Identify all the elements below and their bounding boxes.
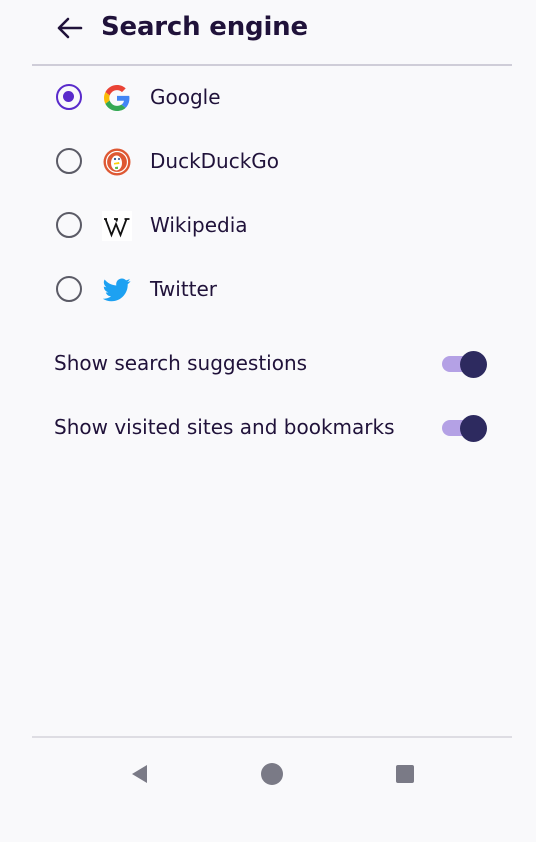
radio-button-twitter[interactable] xyxy=(56,276,82,302)
google-icon xyxy=(102,83,132,113)
radio-button-google[interactable] xyxy=(56,84,82,110)
engine-label-wikipedia: Wikipedia xyxy=(150,213,248,237)
search-suggestions-switch[interactable] xyxy=(440,351,490,378)
nav-recents-button[interactable] xyxy=(387,756,423,792)
engine-option-duckduckgo[interactable]: DuckDuckGo xyxy=(40,133,500,189)
nav-home-icon xyxy=(261,763,283,785)
engine-label-duckduckgo: DuckDuckGo xyxy=(150,149,280,173)
nav-recents-icon xyxy=(396,765,414,783)
toggle-row-search-suggestions[interactable]: Show search suggestions xyxy=(40,335,500,391)
back-button[interactable] xyxy=(48,10,90,46)
toggle-label-visited-sites: Show visited sites and bookmarks xyxy=(54,415,395,439)
engine-option-wikipedia[interactable]: Wikipedia xyxy=(40,197,500,253)
engine-option-google[interactable]: Google xyxy=(40,69,500,125)
engine-label-google: Google xyxy=(150,85,221,109)
nav-back-icon xyxy=(132,765,147,783)
engine-option-twitter[interactable]: Twitter xyxy=(40,261,500,317)
nav-back-button[interactable] xyxy=(122,756,158,792)
radio-button-wikipedia[interactable] xyxy=(56,212,82,238)
header-divider xyxy=(32,64,512,66)
engine-label-twitter: Twitter xyxy=(150,277,218,301)
nav-divider xyxy=(32,736,512,738)
radio-button-duckduckgo[interactable] xyxy=(56,148,82,174)
arrow-left-icon xyxy=(57,17,83,39)
toggle-row-visited-sites[interactable]: Show visited sites and bookmarks xyxy=(40,399,500,455)
switch-thumb xyxy=(460,415,487,442)
toggle-label-search-suggestions: Show search suggestions xyxy=(54,351,308,375)
duckduckgo-icon xyxy=(102,147,132,177)
page-title: Search engine xyxy=(101,12,308,42)
twitter-icon xyxy=(102,275,132,305)
wikipedia-icon xyxy=(102,211,132,241)
app-bar: Search engine xyxy=(0,0,536,56)
visited-sites-switch[interactable] xyxy=(440,415,490,442)
switch-thumb xyxy=(460,351,487,378)
nav-home-button[interactable] xyxy=(254,756,290,792)
